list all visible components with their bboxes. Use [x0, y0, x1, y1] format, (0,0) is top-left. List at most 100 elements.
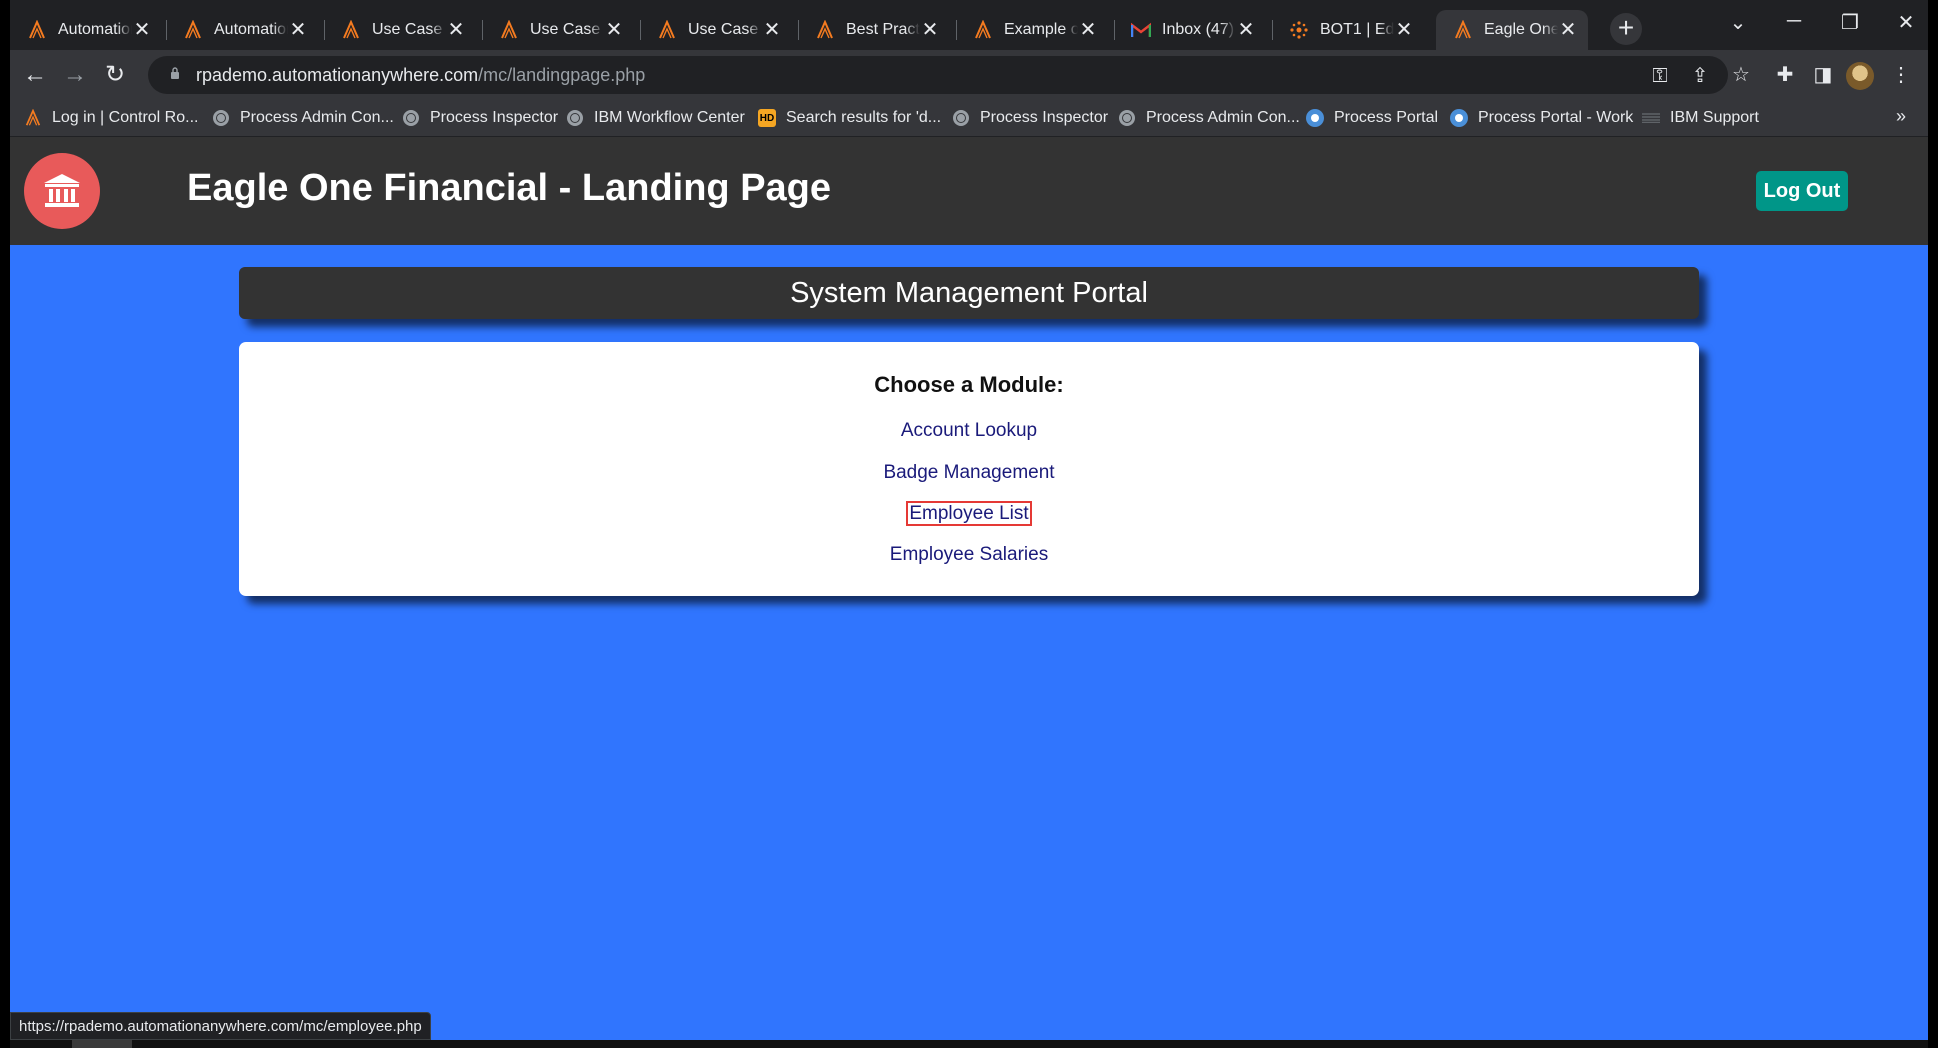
- module-link-employee-salaries[interactable]: Employee Salaries: [239, 544, 1699, 566]
- bookmark-item[interactable]: Process Inspector: [952, 106, 1108, 130]
- bookmark-item[interactable]: Process Portal - Work: [1450, 106, 1633, 130]
- bank-logo-icon: [24, 153, 100, 229]
- tab-close-icon[interactable]: ✕: [288, 20, 308, 40]
- tab-1[interactable]: Automation ✕: [166, 10, 318, 50]
- bookmarks-overflow-icon[interactable]: »: [1896, 106, 1906, 127]
- tab-title: Automation: [214, 21, 288, 38]
- tab-close-icon[interactable]: ✕: [1394, 20, 1414, 40]
- module-link-account-lookup[interactable]: Account Lookup: [239, 420, 1699, 442]
- tab-separator: [956, 20, 957, 40]
- tab-4[interactable]: Use Case 3 ✕: [640, 10, 792, 50]
- browser-toolbar: ← → ↻ rpademo.automationanywhere.com/mc/…: [10, 50, 1928, 100]
- extensions-icon[interactable]: ✚: [1770, 60, 1800, 90]
- tab-5[interactable]: Best Practic ✕: [798, 10, 950, 50]
- module-link-badge-management[interactable]: Badge Management: [239, 462, 1699, 484]
- bookmark-label: Process Portal: [1334, 109, 1439, 126]
- tab-3[interactable]: Use Case 2 ✕: [482, 10, 634, 50]
- gear-icon: [1306, 109, 1324, 127]
- tab-title: Use Case 2: [530, 21, 604, 38]
- tab-separator: [1114, 20, 1115, 40]
- hd-icon-text: HD: [758, 109, 776, 127]
- bookmark-label: IBM Support: [1670, 109, 1759, 126]
- module-link-employee-list[interactable]: Employee List: [239, 501, 1699, 526]
- module-link-label[interactable]: Employee Salaries: [890, 544, 1048, 565]
- bookmark-star-icon[interactable]: ☆: [1726, 60, 1756, 90]
- tab-separator: [324, 20, 325, 40]
- bookmark-item[interactable]: IBM Support: [1642, 106, 1759, 130]
- bookmark-item[interactable]: Process Admin Con...: [1118, 106, 1300, 130]
- tab-separator: [482, 20, 483, 40]
- bookmark-item[interactable]: HD Search results for 'd...: [758, 106, 941, 130]
- restore-icon[interactable]: ❐: [1830, 10, 1870, 35]
- module-link-label[interactable]: Account Lookup: [901, 420, 1037, 441]
- reload-icon[interactable]: ↻: [100, 60, 130, 90]
- aa-logo-icon: [182, 19, 204, 41]
- bookmark-item[interactable]: IBM Workflow Center: [566, 106, 745, 130]
- page-title: Eagle One Financial - Landing Page: [187, 167, 832, 209]
- tab-6[interactable]: Example of ✕: [956, 10, 1108, 50]
- tab-close-icon[interactable]: ✕: [604, 20, 624, 40]
- bookmark-item[interactable]: Process Admin Con...: [212, 106, 394, 130]
- bookmark-item[interactable]: Log in | Control Ro...: [24, 106, 198, 130]
- tab-title: Example of: [1004, 21, 1078, 38]
- bookmark-label: IBM Workflow Center: [594, 109, 745, 126]
- bot-icon: [1288, 19, 1310, 41]
- bookmark-label: Process Inspector: [980, 109, 1109, 126]
- tab-title: BOT1 | Edit: [1320, 21, 1394, 38]
- bookmark-label: Log in | Control Ro...: [52, 109, 199, 126]
- url-text: rpademo.automationanywhere.com/mc/landin…: [196, 65, 645, 86]
- tab-strip: Automation ✕ Automation ✕ Use Case 1 ✕ U…: [10, 0, 1928, 56]
- forward-icon[interactable]: →: [60, 60, 90, 90]
- globe-icon: [952, 109, 970, 127]
- choose-module-heading: Choose a Module:: [874, 372, 1064, 397]
- tab-close-icon[interactable]: ✕: [920, 20, 940, 40]
- minimize-icon[interactable]: ─: [1774, 10, 1814, 33]
- tab-close-icon[interactable]: ✕: [446, 20, 466, 40]
- bookmark-label: Search results for 'd...: [786, 109, 942, 126]
- tab-8[interactable]: BOT1 | Edit ✕: [1272, 10, 1424, 50]
- tab-close-icon[interactable]: ✕: [132, 20, 152, 40]
- bookmark-item[interactable]: Process Inspector: [402, 106, 558, 130]
- aa-logo-icon: [24, 109, 42, 127]
- key-icon[interactable]: ⚿: [1646, 62, 1674, 90]
- tab-separator: [1272, 20, 1273, 40]
- tab-title: Eagle One F: [1484, 21, 1558, 38]
- tab-title: Use Case 1: [372, 21, 446, 38]
- bookmark-item[interactable]: Process Portal: [1306, 106, 1438, 130]
- tab-title: Use Case 3: [688, 21, 762, 38]
- page-viewport: Eagle One Financial - Landing Page Log O…: [10, 137, 1928, 1040]
- address-bar[interactable]: rpademo.automationanywhere.com/mc/landin…: [148, 56, 1728, 94]
- taskbar-item: [72, 1040, 132, 1048]
- profile-avatar[interactable]: [1846, 62, 1874, 90]
- module-link-label[interactable]: Badge Management: [883, 462, 1054, 483]
- portal-title-bar: System Management Portal: [239, 267, 1699, 319]
- bookmark-label: Process Admin Con...: [1146, 109, 1300, 126]
- tab-close-icon[interactable]: ✕: [1078, 20, 1098, 40]
- aa-logo-icon: [26, 19, 48, 41]
- tab-close-icon[interactable]: ✕: [1558, 20, 1578, 40]
- tab-title: Automation: [58, 21, 132, 38]
- tab-9-active[interactable]: Eagle One F ✕: [1436, 10, 1588, 50]
- menu-icon[interactable]: ⋮: [1886, 60, 1916, 90]
- hd-icon: HD: [758, 109, 776, 127]
- globe-icon: [1118, 109, 1136, 127]
- new-tab-button[interactable]: +: [1610, 13, 1642, 45]
- aa-logo-icon: [1452, 19, 1474, 41]
- module-link-label[interactable]: Employee List: [906, 501, 1032, 526]
- side-panel-icon[interactable]: ◨: [1808, 60, 1838, 90]
- tab-close-icon[interactable]: ✕: [762, 20, 782, 40]
- tab-separator: [798, 20, 799, 40]
- close-window-icon[interactable]: ✕: [1886, 10, 1926, 35]
- tab-search-icon[interactable]: ⌄: [1718, 10, 1758, 35]
- back-icon[interactable]: ←: [20, 60, 50, 90]
- url-host: rpademo.automationanywhere.com: [196, 65, 479, 85]
- aa-logo-icon: [814, 19, 836, 41]
- tab-separator: [640, 20, 641, 40]
- bookmark-star-icon[interactable]: [1688, 62, 1716, 90]
- tab-2[interactable]: Use Case 1 ✕: [324, 10, 476, 50]
- tab-close-icon[interactable]: ✕: [1236, 20, 1256, 40]
- tab-7[interactable]: Inbox (47) - ✕: [1114, 10, 1266, 50]
- tab-0[interactable]: Automation ✕: [10, 10, 162, 50]
- gmail-icon: [1130, 19, 1152, 41]
- logout-button[interactable]: Log Out: [1756, 171, 1848, 211]
